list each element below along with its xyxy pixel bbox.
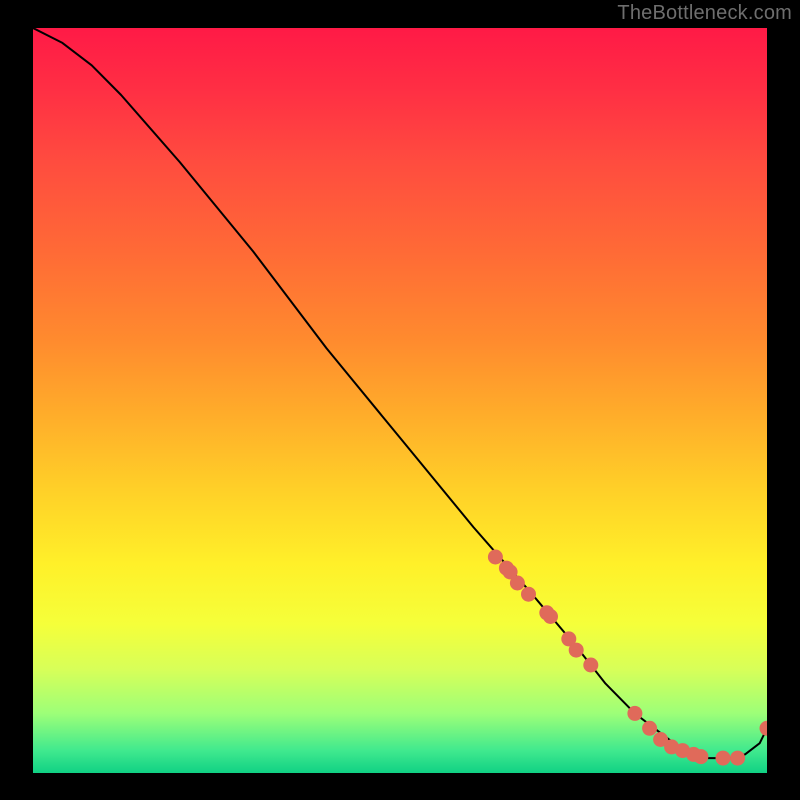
data-point	[510, 576, 525, 591]
data-point	[716, 751, 731, 766]
watermark-text: TheBottleneck.com	[617, 2, 792, 25]
data-point	[583, 658, 598, 673]
chart-frame: TheBottleneck.com	[0, 0, 800, 800]
data-point	[730, 751, 745, 766]
plot-area	[33, 28, 767, 773]
data-point	[488, 550, 503, 565]
data-point	[760, 721, 768, 736]
data-point	[569, 643, 584, 658]
data-point	[627, 706, 642, 721]
chart-svg	[33, 28, 767, 773]
data-point	[521, 587, 536, 602]
data-point	[642, 721, 657, 736]
data-point	[693, 749, 708, 764]
curve-path	[33, 28, 767, 758]
marker-group	[488, 550, 767, 766]
data-point	[543, 609, 558, 624]
